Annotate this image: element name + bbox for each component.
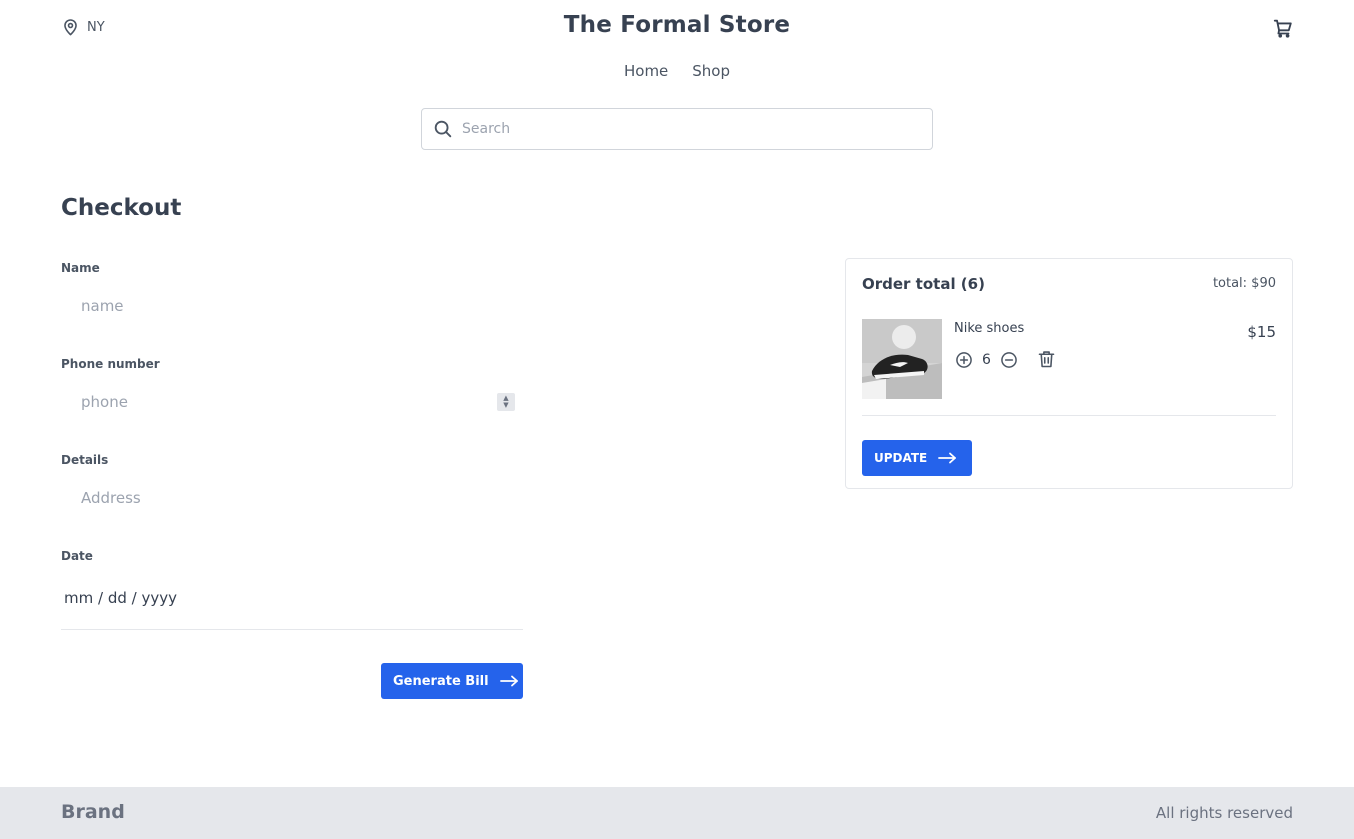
store-title: The Formal Store (563, 12, 791, 38)
phone-number-stepper[interactable]: ▲ ▼ (497, 393, 515, 411)
name-input[interactable] (61, 278, 523, 334)
footer-rights: All rights reserved (1155, 804, 1293, 822)
minus-circle-icon[interactable] (999, 350, 1019, 370)
footer-brand: Brand (61, 801, 125, 823)
stepper-down-icon: ▼ (503, 401, 509, 409)
nav-home-link[interactable]: Home (624, 62, 668, 80)
update-button[interactable]: UPDATE (862, 440, 972, 476)
main-nav: Home Shop (0, 62, 1354, 80)
footer: Brand All rights reserved (0, 787, 1354, 839)
details-field-wrapper (61, 470, 523, 526)
trash-icon[interactable] (1036, 349, 1057, 370)
generate-bill-label: Generate Bill (393, 673, 489, 689)
order-total-amount: total: $90 (1212, 276, 1276, 291)
product-name: Nike shoes (954, 321, 1025, 336)
order-total-title: Order total (6) (862, 275, 985, 293)
date-input[interactable]: mm / dd / yyyy (61, 566, 523, 630)
search-input[interactable] (462, 121, 902, 137)
divider (862, 415, 1276, 416)
quantity-stepper: 6 (954, 349, 1057, 370)
search-icon (434, 120, 452, 138)
order-summary-card: Order total (6) total: $90 Nike shoes $1… (845, 258, 1293, 489)
name-field-wrapper (61, 278, 523, 334)
phone-input[interactable] (61, 374, 523, 430)
generate-bill-button[interactable]: Generate Bill (381, 663, 523, 699)
cart-button[interactable] (1272, 17, 1294, 39)
name-label: Name (61, 261, 100, 275)
details-label: Details (61, 453, 109, 467)
address-input[interactable] (61, 470, 523, 526)
sneaker-photo-icon (862, 319, 942, 399)
plus-circle-icon[interactable] (954, 350, 974, 370)
product-price: $15 (1247, 323, 1276, 341)
product-image (862, 319, 942, 399)
date-label: Date (61, 549, 93, 563)
search-bar (421, 108, 933, 150)
arrow-right-icon (938, 452, 957, 464)
nav-shop-link[interactable]: Shop (692, 62, 730, 80)
update-label: UPDATE (874, 451, 928, 465)
phone-label: Phone number (61, 357, 160, 371)
checkout-form: Name Phone number ▲ ▼ Details Date mm / … (61, 258, 523, 630)
page: NY The Formal Store Home Shop Checkout N… (0, 0, 1354, 839)
quantity-value: 6 (982, 351, 991, 368)
arrow-right-icon (499, 675, 518, 687)
phone-field-wrapper: ▲ ▼ (61, 374, 523, 430)
page-title: Checkout (61, 195, 182, 221)
shopping-cart-icon (1273, 19, 1292, 38)
